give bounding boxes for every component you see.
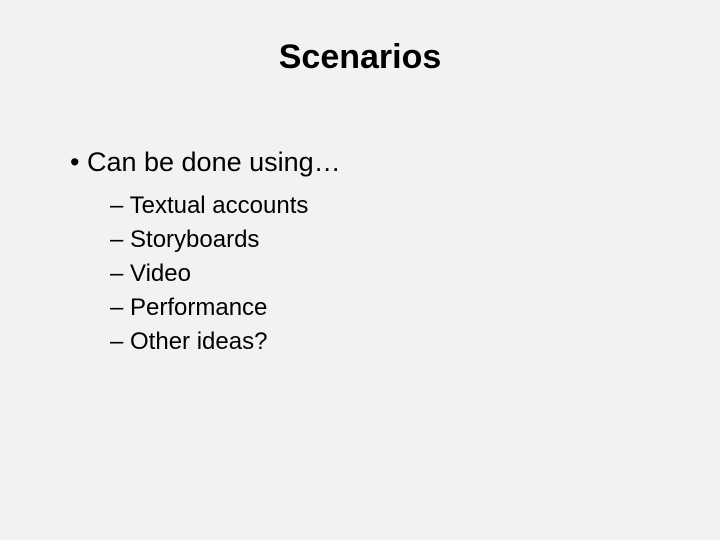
list-item: Storyboards [110, 226, 670, 254]
list-item: Other ideas? [110, 328, 670, 356]
list-item: Performance [110, 294, 670, 322]
bullet-main: Can be done using… [70, 147, 670, 178]
slide-container: Scenarios Can be done using… Textual acc… [0, 0, 720, 540]
slide-title: Scenarios [50, 38, 670, 77]
sub-bullet-list: Textual accounts Storyboards Video Perfo… [110, 192, 670, 356]
list-item: Textual accounts [110, 192, 670, 220]
list-item: Video [110, 260, 670, 288]
